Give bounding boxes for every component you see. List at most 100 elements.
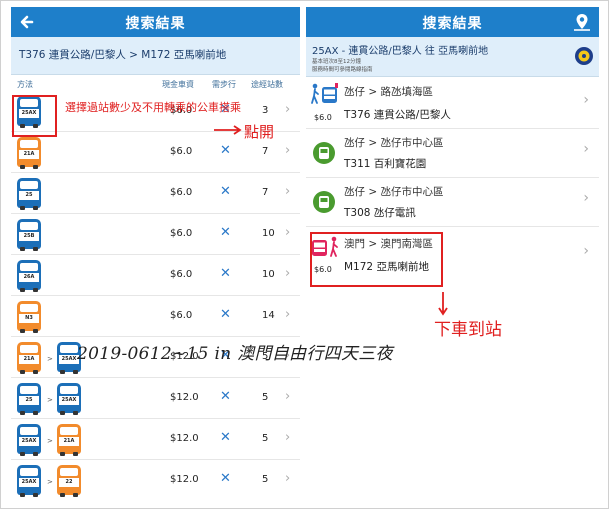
bus-route-label: N3 — [19, 314, 39, 323]
bus-route-label: 25 — [19, 191, 39, 200]
annotation-tap-open: 點開 — [244, 123, 275, 141]
route-option-row[interactable]: 25B $6.0 ✕ 10 › — [11, 214, 300, 255]
bus-stop-icon — [313, 142, 335, 164]
walk-to-bus-icon — [311, 83, 338, 104]
walk-none-icon: ✕ — [220, 266, 231, 281]
route-list: 25AX $6.0 ✕ 3 › 21A $6.0 ✕ 7 › 25 $6.0 ✕ 7 › 25B $6.0 ✕ 10… — [11, 91, 300, 501]
fare-value: $6.0 — [170, 310, 193, 321]
bus-route-label: 25AX — [59, 355, 79, 364]
bus-icon: 25 — [17, 383, 41, 415]
route-option-row[interactable]: 25AX >21A $12.0 ✕ 5 › — [11, 419, 300, 460]
step-stop: T308 氹仔電訊 — [344, 207, 416, 219]
bus-route-label: 25AX — [19, 437, 39, 446]
step-stop: T376 連貫公路/巴黎人 — [344, 109, 451, 121]
route-note-frequency: 基本班次8至12分鐘 — [312, 59, 361, 65]
header-title: 搜索結果 — [125, 16, 186, 32]
step-stop: T311 百利寶花園 — [344, 158, 427, 170]
route-step-pass[interactable]: 氹仔 > 氹仔市中心區 T311 百利寶花園 › — [306, 129, 599, 178]
stop-count: 5 — [262, 433, 269, 444]
transfer-arrow: > — [47, 478, 53, 486]
bus-icon: N3 — [17, 301, 41, 333]
settings-icon[interactable] — [573, 45, 595, 67]
chevron-right-icon: › — [285, 102, 291, 117]
bus-route-label: 21A — [59, 437, 79, 446]
bus-route-label: 25 — [19, 396, 39, 405]
chevron-right-icon: › — [285, 430, 291, 445]
screenshot-frame: 搜索結果 T376 連貫公路/巴黎人 > M172 亞馬喇前地 方法 現金車資 … — [0, 0, 609, 509]
stop-count: 7 — [262, 146, 269, 157]
bus-route-label: 22 — [59, 478, 79, 487]
column-walk: 需步行 — [212, 80, 236, 89]
walk-none-icon: ✕ — [220, 184, 231, 199]
route-option-row[interactable]: N3 $6.0 ✕ 14 › — [11, 296, 300, 337]
bus-icon: 25 — [17, 178, 41, 210]
walk-none-icon: ✕ — [220, 430, 231, 445]
route-option-row[interactable]: 25 >25AX $12.0 ✕ 5 › — [11, 378, 300, 419]
stop-count: 14 — [262, 310, 275, 321]
bus-icon: 25AX — [17, 424, 41, 456]
bus-route-label: 25AX — [59, 396, 79, 405]
route-info: 25AX - 連貫公路/巴黎人 往 亞馬喇前地 基本班次8至12分鐘 服務時間可… — [306, 37, 599, 77]
annotation-highlight-alight-stop — [310, 232, 443, 287]
walk-none-icon: ✕ — [220, 143, 231, 158]
column-stops: 途經站數 — [251, 80, 283, 89]
chevron-right-icon: › — [285, 143, 291, 158]
route-option-row[interactable]: 25 $6.0 ✕ 7 › — [11, 173, 300, 214]
fare-value: $6.0 — [170, 146, 193, 157]
chevron-right-icon: › — [285, 307, 291, 322]
bus-icon: 26A — [17, 260, 41, 292]
app-header: 搜索結果 — [306, 7, 599, 37]
step-fare: $6.0 — [314, 113, 332, 122]
transfer-arrow: > — [47, 437, 53, 445]
route-option-row[interactable]: 25AX >22 $12.0 ✕ 5 › — [11, 460, 300, 501]
chevron-right-icon: › — [583, 92, 589, 108]
fare-value: $6.0 — [170, 228, 193, 239]
bus-icon: 25B — [17, 219, 41, 251]
app-header: 搜索結果 — [11, 7, 300, 37]
bus-stop-icon — [313, 191, 335, 213]
bus-route-label: 25AX — [19, 478, 39, 487]
chevron-right-icon: › — [285, 266, 291, 281]
chevron-right-icon: › — [285, 471, 291, 486]
route-note-hours: 服務時間可參閱路線指南 — [312, 67, 373, 73]
bus-route-label: 26A — [19, 273, 39, 282]
fare-value: $12.0 — [170, 433, 199, 444]
bus-icon: 25AX — [57, 383, 81, 415]
stop-count: 5 — [262, 474, 269, 485]
walk-none-icon: ✕ — [220, 389, 231, 404]
bus-icon: 21A — [17, 137, 41, 169]
route-title: T376 連貫公路/巴黎人 > M172 亞馬喇前地 — [11, 37, 300, 75]
bus-icon: 22 — [57, 465, 81, 497]
fare-value: $6.0 — [170, 187, 193, 198]
arrow-down-annotation-icon — [438, 292, 448, 316]
column-method: 方法 — [17, 80, 33, 89]
annotation-highlight-first-route — [12, 95, 57, 137]
chevron-right-icon: › — [285, 184, 291, 199]
column-headers: 方法 現金車資 需步行 途經站數 — [11, 75, 300, 91]
fare-value: $12.0 — [170, 474, 199, 485]
chevron-right-icon: › — [583, 243, 589, 259]
bus-icon: 25AX — [17, 465, 41, 497]
bus-route-label: 21A — [19, 150, 39, 159]
annotation-get-off: 下車到站 — [434, 320, 502, 340]
bus-route-label: 21A — [19, 355, 39, 364]
walk-none-icon: ✕ — [220, 471, 231, 486]
route-step-pass[interactable]: 氹仔 > 氹仔市中心區 T308 氹仔電訊 › — [306, 178, 599, 227]
stop-count: 10 — [262, 269, 275, 280]
chevron-right-icon: › — [583, 190, 589, 206]
walk-none-icon: ✕ — [220, 307, 231, 322]
stop-count: 7 — [262, 187, 269, 198]
bus-route-label: 25B — [19, 232, 39, 241]
stop-count: 5 — [262, 392, 269, 403]
route-step-board[interactable]: $6.0 氹仔 > 路氹填海區 T376 連貫公路/巴黎人 › — [306, 77, 599, 129]
route-option-row[interactable]: 26A $6.0 ✕ 10 › — [11, 255, 300, 296]
route-title: 25AX - 連貫公路/巴黎人 往 亞馬喇前地 — [312, 46, 489, 57]
chevron-right-icon: › — [285, 389, 291, 404]
step-area: 氹仔 > 路氹填海區 — [344, 86, 433, 98]
fare-value: $6.0 — [170, 269, 193, 280]
chevron-right-icon: › — [285, 225, 291, 240]
transfer-arrow: > — [47, 396, 53, 404]
arrow-right-annotation-icon — [214, 125, 242, 135]
search-results-list-panel: 搜索結果 T376 連貫公路/巴黎人 > M172 亞馬喇前地 方法 現金車資 … — [11, 7, 300, 504]
map-pin-icon[interactable] — [571, 11, 593, 33]
